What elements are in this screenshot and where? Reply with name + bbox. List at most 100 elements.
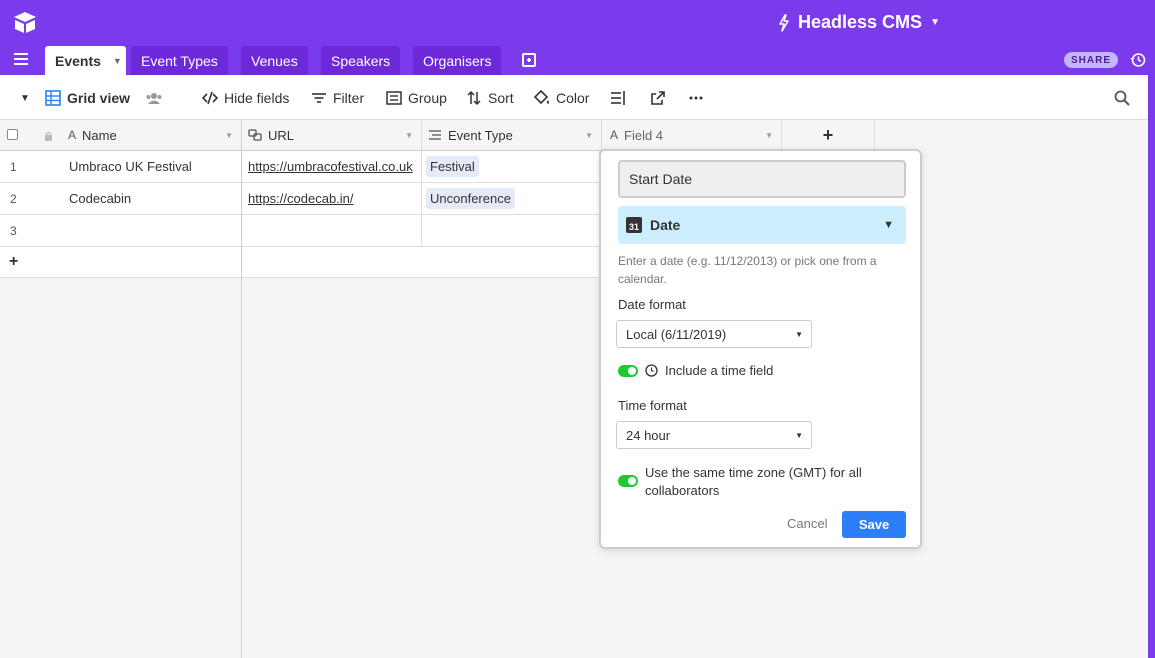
- tab-organisers[interactable]: Organisers: [413, 46, 502, 75]
- row-number: 3: [0, 215, 60, 247]
- include-time-label: Include a time field: [665, 363, 774, 378]
- cell-event-type[interactable]: [422, 215, 600, 247]
- chevron-down-icon[interactable]: ▼: [225, 131, 233, 140]
- tab-event-types[interactable]: Event Types: [131, 46, 228, 75]
- field-editor-popup: Start Date 31 Date ▼ Enter a date (e.g. …: [599, 149, 922, 549]
- app-logo-icon[interactable]: [12, 10, 38, 34]
- view-switcher[interactable]: Grid view: [45, 89, 130, 107]
- chevron-down-icon[interactable]: ▼: [405, 131, 413, 140]
- grid-view-icon: [45, 90, 61, 106]
- group-icon: [386, 91, 402, 105]
- search-icon[interactable]: [1114, 89, 1130, 107]
- save-button[interactable]: Save: [842, 511, 906, 538]
- single-select-icon: [429, 130, 441, 140]
- group-label: Group: [408, 90, 447, 106]
- row-height-icon[interactable]: [610, 89, 626, 107]
- add-row-button[interactable]: +: [0, 247, 242, 278]
- cancel-button[interactable]: Cancel: [787, 516, 827, 531]
- paint-bucket-icon: [534, 90, 549, 105]
- color-button[interactable]: Color: [534, 89, 589, 107]
- hamburger-menu-icon[interactable]: [14, 53, 28, 65]
- time-format-value: 24 hour: [626, 427, 671, 443]
- date-format-select[interactable]: Local (6/11/2019) ▼: [616, 320, 812, 348]
- add-table-icon[interactable]: [522, 53, 536, 67]
- view-name: Grid view: [67, 90, 131, 106]
- cell-event-type[interactable]: Festival: [422, 151, 600, 183]
- color-label: Color: [556, 90, 590, 106]
- sort-button[interactable]: Sort: [466, 89, 514, 107]
- collaborators-icon[interactable]: [145, 89, 163, 107]
- chevron-down-icon[interactable]: ▼: [585, 131, 593, 140]
- column-header-event-type[interactable]: Event Type ▼: [422, 120, 602, 150]
- calendar-icon: 31: [626, 217, 642, 233]
- add-field-button[interactable]: +: [782, 120, 875, 150]
- cell-url[interactable]: https://codecab.in/: [242, 183, 422, 215]
- table-row[interactable]: 2 Codecabin https://codecab.in/ Unconfer…: [0, 183, 600, 215]
- hide-fields-label: Hide fields: [224, 90, 290, 106]
- tab-events[interactable]: Events ▼: [45, 46, 126, 75]
- column-header-url[interactable]: URL ▼: [242, 120, 422, 150]
- sort-icon: [467, 90, 481, 106]
- same-timezone-toggle[interactable]: [618, 475, 638, 487]
- base-title-text: Headless CMS: [798, 12, 923, 32]
- cell-name[interactable]: Codecabin: [60, 183, 242, 215]
- share-view-icon[interactable]: [650, 89, 666, 107]
- chevron-down-icon[interactable]: ▼: [765, 131, 773, 140]
- history-icon[interactable]: [1130, 52, 1146, 68]
- table-row[interactable]: 3: [0, 215, 600, 247]
- add-row[interactable]: +: [0, 247, 600, 278]
- cell-event-type[interactable]: Unconference: [422, 183, 600, 215]
- base-title[interactable]: Headless CMS ▼: [778, 12, 940, 33]
- top-bar: Headless CMS ▼: [0, 0, 1155, 46]
- url-link[interactable]: https://codecab.in/: [248, 191, 354, 206]
- tab-label: Venues: [251, 52, 298, 69]
- tab-label: Speakers: [331, 52, 391, 69]
- column-label: Name: [82, 127, 117, 143]
- chevron-down-icon: ▼: [795, 329, 803, 339]
- filter-icon: [312, 93, 326, 103]
- select-all-checkbox[interactable]: [7, 129, 18, 140]
- chevron-down-icon: ▼: [883, 219, 894, 231]
- field-help-text: Enter a date (e.g. 11/12/2013) or pick o…: [618, 254, 877, 286]
- column-label: URL: [268, 127, 295, 143]
- chevron-down-icon: ▼: [930, 17, 940, 28]
- tab-venues[interactable]: Venues: [241, 46, 308, 75]
- cell-name[interactable]: Umbraco UK Festival: [60, 151, 242, 183]
- filter-label: Filter: [333, 90, 365, 106]
- table-tabs-bar: Events ▼ Event Types Venues Speakers Org…: [0, 46, 1155, 75]
- column-header-field-4[interactable]: A Field 4 ▼: [602, 120, 782, 150]
- row-number: 1: [0, 151, 60, 183]
- include-time-toggle[interactable]: [618, 365, 638, 377]
- more-options-icon[interactable]: [688, 89, 704, 107]
- add-row-filler: [242, 247, 600, 278]
- column-header-name[interactable]: A Name ▼: [60, 120, 242, 150]
- column-label: Field 4: [624, 127, 664, 143]
- chevron-down-icon: ▼: [795, 430, 803, 440]
- cell-url[interactable]: https://umbracofestival.co.uk: [242, 151, 422, 183]
- text-field-icon: A: [68, 128, 77, 142]
- view-toolbar: ▼ Grid view Hide fields Filter Group Sor…: [0, 75, 1148, 120]
- table-row[interactable]: 1 Umbraco UK Festival https://umbracofes…: [0, 151, 600, 183]
- share-button[interactable]: SHARE: [1064, 52, 1118, 68]
- field-name-input[interactable]: Start Date: [618, 160, 906, 198]
- group-button[interactable]: Group: [386, 89, 447, 107]
- tab-speakers[interactable]: Speakers: [321, 46, 401, 75]
- cell-url[interactable]: [242, 215, 422, 247]
- filter-button[interactable]: Filter: [311, 89, 364, 107]
- url-link[interactable]: https://umbracofestival.co.uk: [248, 159, 413, 174]
- window-edge: [1148, 75, 1155, 658]
- chevron-down-icon[interactable]: ▼: [113, 56, 122, 66]
- same-timezone-label: Use the same time zone (GMT) for all col…: [645, 465, 862, 498]
- sort-label: Sort: [488, 90, 514, 106]
- cell-name[interactable]: [60, 215, 242, 247]
- date-format-label: Date format: [618, 297, 686, 312]
- select-chip: Unconference: [426, 188, 515, 209]
- hide-fields-button[interactable]: Hide fields: [202, 89, 289, 107]
- time-format-select[interactable]: 24 hour ▼: [616, 421, 812, 449]
- text-field-icon: A: [610, 128, 619, 142]
- select-chip: Festival: [426, 156, 479, 177]
- grid-header: A Name ▼ URL ▼ Event Type ▼ A Field 4 ▼: [0, 120, 875, 151]
- field-type-select[interactable]: 31 Date ▼: [618, 206, 906, 244]
- views-toggle-icon[interactable]: ▼: [20, 89, 30, 107]
- clock-icon: [645, 364, 658, 377]
